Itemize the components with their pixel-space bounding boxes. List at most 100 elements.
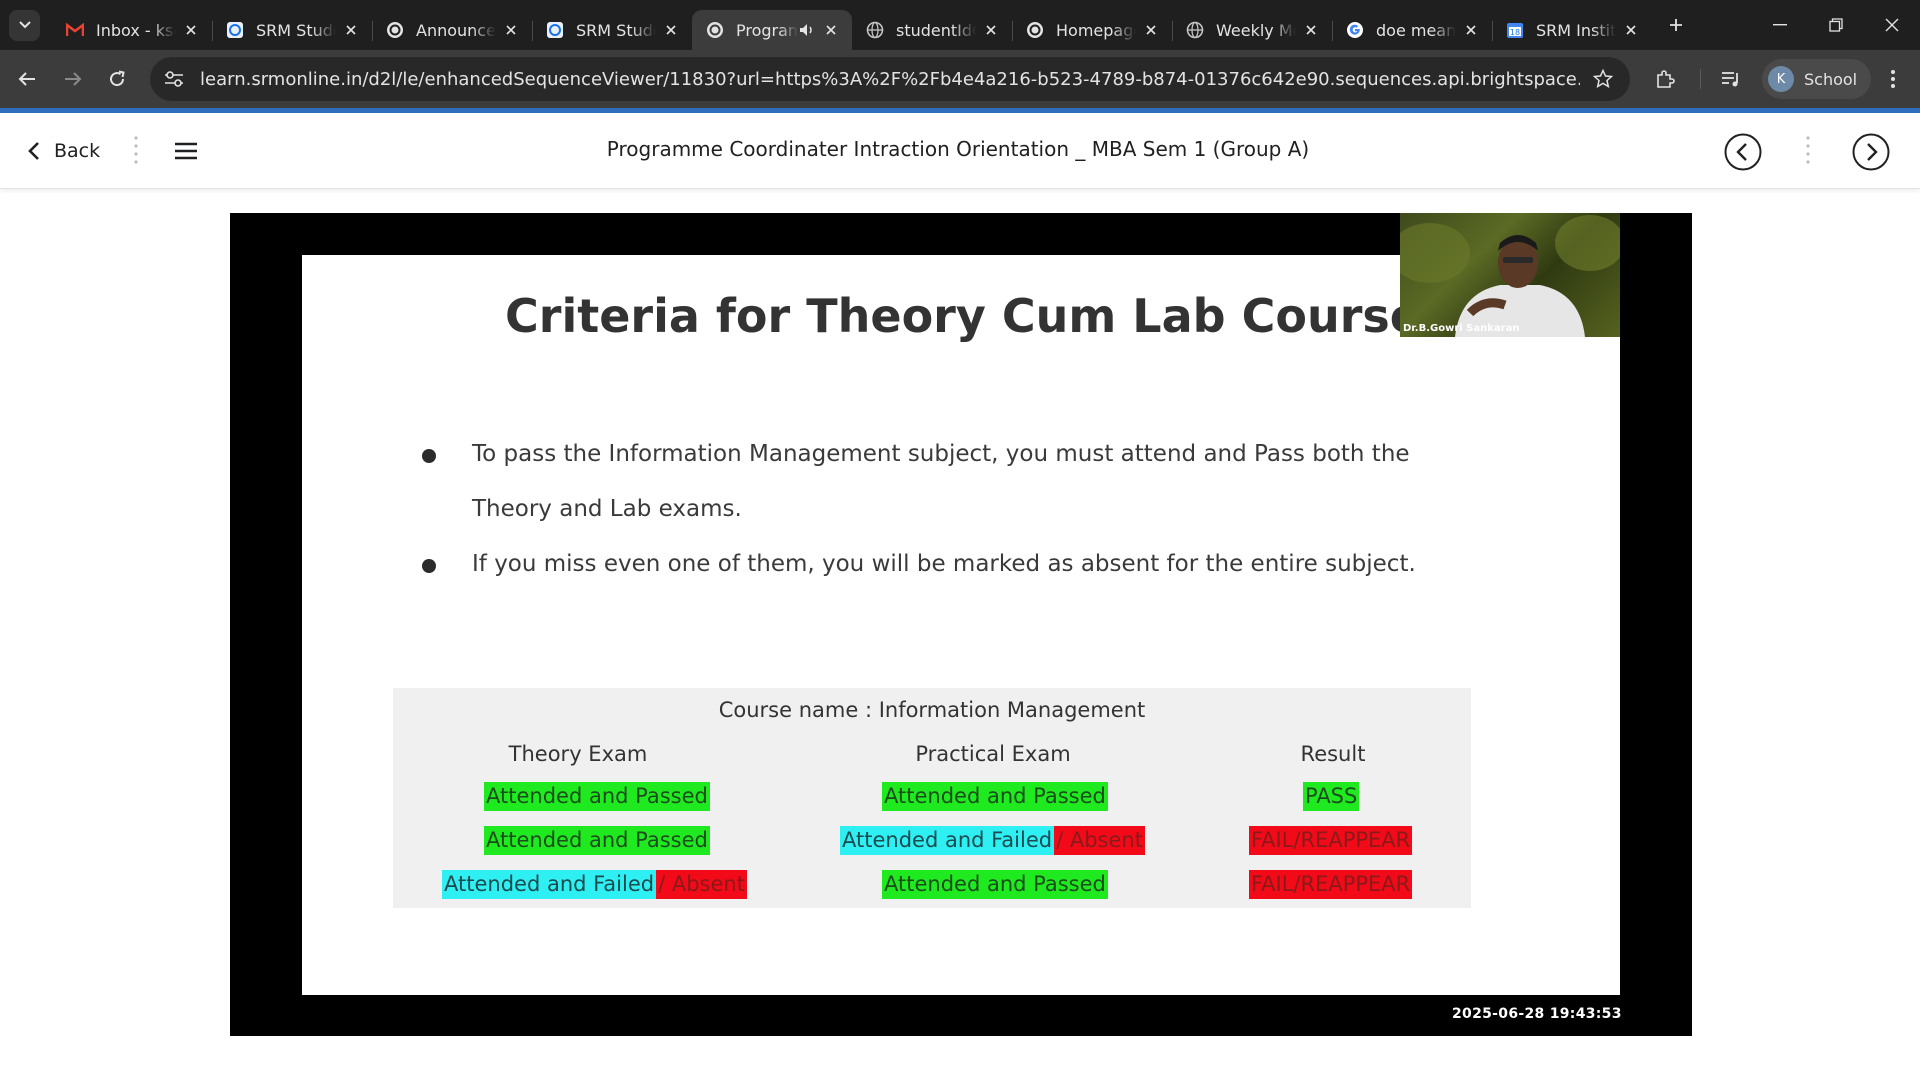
new-tab-button[interactable] <box>1660 9 1692 41</box>
restore-icon <box>1829 18 1843 32</box>
browser-tab[interactable]: SRM Student <box>212 10 372 50</box>
column-header-theory: Theory Exam <box>508 742 648 766</box>
srm-icon <box>226 21 244 39</box>
status-highlight: Attended and Failed <box>840 826 1055 855</box>
reload-icon <box>110 70 125 87</box>
playlist-icon <box>1722 72 1738 87</box>
presenter-webcam: Dr.B.Gowri Sankaran <box>1400 213 1620 337</box>
minimize-icon <box>1773 24 1787 26</box>
arrow-left-icon <box>18 72 35 86</box>
chevron-right-circle-icon <box>1852 133 1890 171</box>
recording-timestamp: 2025-06-28 19:43:53 <box>1452 1006 1622 1022</box>
table-cell-result: FAIL/REAPPEAR <box>1249 870 1413 899</box>
back-nav-button[interactable] <box>8 60 46 98</box>
plus-icon <box>1670 19 1682 31</box>
next-topic-button[interactable] <box>1852 133 1890 171</box>
presenter-figure <box>1400 215 1620 337</box>
browser-tab-active[interactable]: Programme <box>692 10 852 50</box>
browser-tab[interactable]: Announcement <box>372 10 532 50</box>
speaker-icon[interactable] <box>798 21 816 39</box>
page-title: Programme Coordinater Intraction Orienta… <box>606 137 1310 161</box>
forward-nav-button[interactable] <box>54 60 92 98</box>
browser-tab-strip: Inbox - ks4 SRM Student Announcement SRM… <box>0 0 1920 50</box>
close-window-button[interactable] <box>1864 0 1920 50</box>
close-icon[interactable] <box>1302 21 1320 39</box>
status-highlight: PASS <box>1303 782 1360 811</box>
tab-title: Weekly Mo <box>1216 20 1296 40</box>
status-highlight: FAIL/REAPPEAR <box>1249 826 1413 855</box>
tab-title: Homepage <box>1056 20 1136 40</box>
viewer-header: Back Programme Coordinater Intraction Or… <box>0 113 1920 189</box>
table-cell-practical: Attended and Passed <box>882 782 1108 811</box>
browser-tab[interactable]: Inbox - ks4 <box>52 10 212 50</box>
table-caption: Course name : Information Management <box>718 698 1146 722</box>
previous-topic-button[interactable] <box>1724 133 1762 171</box>
close-icon[interactable] <box>982 21 1000 39</box>
table-cell-theory: Attended and Passed <box>484 826 710 855</box>
browser-tab[interactable]: studentIdC <box>852 10 1012 50</box>
tab-list: Inbox - ks4 SRM Student Announcement SRM… <box>52 0 1652 50</box>
close-icon <box>1885 18 1899 32</box>
chevron-left-circle-icon <box>1724 133 1762 171</box>
tab-title: SRM Student <box>576 20 656 40</box>
globe-icon <box>1186 21 1204 39</box>
restore-button[interactable] <box>1808 0 1864 50</box>
tab-title: SRM Student <box>256 20 336 40</box>
status-highlight: / Absent <box>1054 826 1145 855</box>
srm-icon <box>546 21 564 39</box>
extensions-button[interactable] <box>1646 60 1684 98</box>
globe-icon <box>866 21 884 39</box>
url-text: learn.srmonline.in/d2l/le/enhancedSequen… <box>200 68 1580 90</box>
puzzle-icon <box>1657 70 1675 88</box>
divider-dots <box>1806 135 1810 167</box>
table-cell-practical: Attended and Failed / Absent <box>840 826 1145 855</box>
close-icon[interactable] <box>502 21 520 39</box>
table-cell-practical: Attended and Passed <box>882 870 1108 899</box>
media-control-button[interactable] <box>1712 60 1750 98</box>
toolbar-divider <box>1700 69 1701 89</box>
tab-title: SRM Institute <box>1536 20 1616 40</box>
close-icon[interactable] <box>1142 21 1160 39</box>
close-icon[interactable] <box>822 21 840 39</box>
presentation-slide: To pass the Information Management subje… <box>302 255 1620 995</box>
chevron-down-icon <box>18 21 31 29</box>
criteria-table: Course name : Information Management The… <box>393 688 1471 908</box>
d2l-icon <box>706 21 724 39</box>
status-highlight: FAIL/REAPPEAR <box>1249 870 1413 899</box>
tab-title: Programme <box>736 20 798 40</box>
browser-tab[interactable]: Weekly Mo <box>1172 10 1332 50</box>
browser-menu-button[interactable] <box>1874 60 1912 98</box>
browser-tab[interactable]: doe meaning <box>1332 10 1492 50</box>
tab-title: studentIdC <box>896 20 976 40</box>
table-cell-result: FAIL/REAPPEAR <box>1249 826 1413 855</box>
close-icon[interactable] <box>342 21 360 39</box>
minimize-button[interactable] <box>1752 0 1808 50</box>
close-icon[interactable] <box>1622 21 1640 39</box>
address-bar[interactable]: learn.srmonline.in/d2l/le/enhancedSequen… <box>150 57 1630 101</box>
browser-tab[interactable]: 18 SRM Institute <box>1492 10 1652 50</box>
tab-title: Announcement <box>416 20 496 40</box>
more-vertical-icon <box>1891 70 1895 88</box>
tab-title: doe meaning <box>1376 20 1456 40</box>
site-info-icon[interactable] <box>156 61 192 97</box>
tab-title: Inbox - ks4 <box>96 20 176 40</box>
arrow-right-icon <box>65 72 82 86</box>
status-highlight: Attended and Passed <box>882 870 1108 899</box>
window-controls <box>1752 0 1920 50</box>
browser-tab[interactable]: Homepage <box>1012 10 1172 50</box>
table-cell-theory: Attended and Passed <box>484 782 710 811</box>
close-icon[interactable] <box>182 21 200 39</box>
reload-button[interactable] <box>98 60 136 98</box>
close-icon[interactable] <box>1462 21 1480 39</box>
slide-bullets: To pass the Information Management subje… <box>422 427 1422 592</box>
avatar: K <box>1768 66 1794 92</box>
profile-button[interactable]: K School <box>1762 59 1872 99</box>
browser-tab[interactable]: SRM Student <box>532 10 692 50</box>
bookmark-star-icon[interactable] <box>1588 64 1618 94</box>
close-icon[interactable] <box>662 21 680 39</box>
video-player[interactable]: To pass the Information Management subje… <box>230 213 1692 1036</box>
status-highlight: Attended and Passed <box>484 782 710 811</box>
bullet-item: To pass the Information Management subje… <box>422 427 1422 537</box>
google-icon <box>1346 21 1364 39</box>
tab-search-button[interactable] <box>9 9 40 41</box>
